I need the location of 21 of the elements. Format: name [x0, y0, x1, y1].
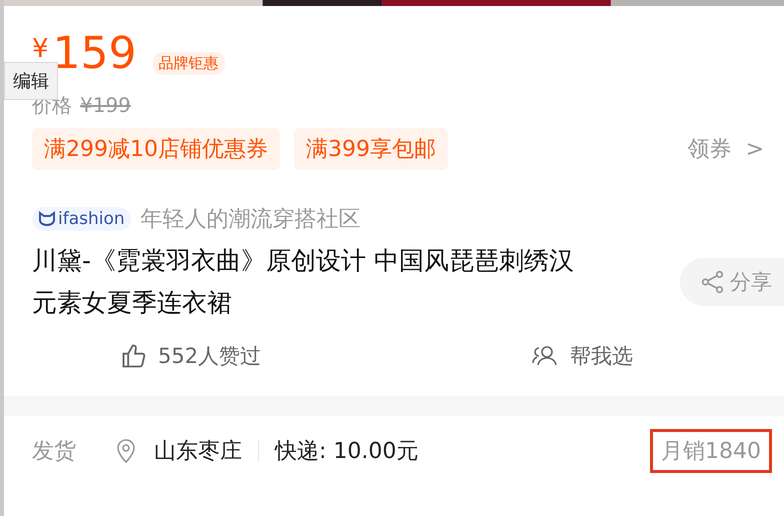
- brand-slogan: 年轻人的潮流穿搭社区: [140, 206, 361, 234]
- location-pin-icon: [114, 438, 138, 464]
- promo-tag: 品牌钜惠: [152, 52, 225, 75]
- coupon-tag[interactable]: 满399享包邮: [294, 128, 448, 170]
- ship-location: 山东枣庄: [154, 438, 242, 466]
- get-coupon-link[interactable]: 领券 >: [688, 134, 764, 164]
- like-button[interactable]: 552人赞过: [120, 342, 530, 370]
- currency-symbol: ¥: [32, 36, 49, 62]
- monthly-sales: 月销1840: [650, 429, 772, 473]
- people-icon: [530, 344, 560, 368]
- thumbs-up-icon: [120, 342, 148, 370]
- coupon-tag[interactable]: 满299减10店铺优惠券: [32, 128, 280, 170]
- original-price: ¥199: [80, 93, 131, 117]
- shipping-label: 发货: [32, 438, 76, 466]
- help-choose-button[interactable]: 帮我选: [530, 342, 784, 370]
- tooltip: 编辑: [4, 62, 58, 100]
- brand-logo: ifashion: [32, 207, 131, 231]
- express-fee: 快递: 10.00元: [275, 438, 418, 466]
- product-title: 川黛-《霓裳羽衣曲》原创设计 中国风琵琶刺绣汉元素女夏季连衣裙: [32, 245, 575, 319]
- share-button[interactable]: 分享: [680, 258, 784, 306]
- share-icon: [700, 269, 726, 295]
